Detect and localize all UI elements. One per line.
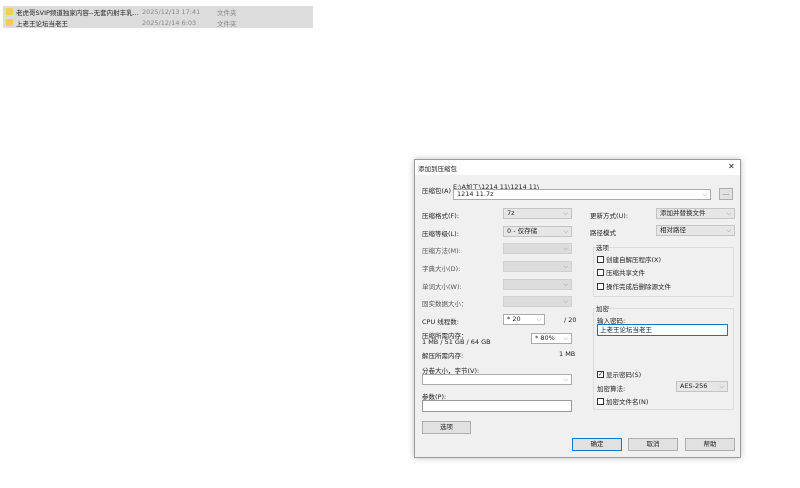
show-password-checkbox[interactable]: ✓ 显示密码(S): [597, 369, 641, 379]
close-icon[interactable]: ✕: [728, 162, 735, 171]
delete-checkbox[interactable]: 操作完成后删除源文件: [597, 281, 671, 291]
chevron-down-icon: ⌵: [536, 316, 541, 323]
chevron-down-icon: ⌵: [563, 376, 568, 383]
delete-label: 操作完成后删除源文件: [606, 283, 671, 291]
checkbox-icon: [597, 397, 604, 405]
chevron-down-icon: ⌵: [563, 298, 568, 305]
dmem-label: 解压所需内存:: [422, 352, 464, 360]
chevron-down-icon: ⌵: [563, 210, 568, 217]
checkmark-icon: ✓: [597, 370, 604, 378]
help-button[interactable]: 帮助: [685, 438, 735, 451]
format-value: 7z: [507, 209, 515, 217]
update-label: 更新方式(U):: [590, 212, 629, 220]
cpu-combo[interactable]: * 20 ⌵: [503, 314, 545, 325]
encrypt-names-checkbox[interactable]: 加密文件名(N): [597, 396, 648, 406]
path-value: 相对路径: [660, 226, 686, 234]
add-to-archive-dialog: 添加到压缩包 ✕ 压缩包(A) E:\A加工\1214 11\1214 11\ …: [414, 159, 741, 458]
archive-label: 压缩包(A): [422, 187, 452, 195]
show-password-label: 显示密码(S): [606, 371, 642, 379]
path-combo[interactable]: 相对路径 ⌵: [656, 225, 735, 236]
encryption-group-title: 加密: [596, 303, 609, 313]
file-date: 2025/12/14 6:03: [142, 18, 197, 27]
level-value: 0 - 仅存储: [507, 227, 538, 235]
solid-label: 固实数据大小：: [422, 300, 468, 308]
mem-detail: 1 MB / 51 GB / 64 GB: [422, 338, 491, 346]
archive-name-combo[interactable]: 1214 11.7z ⌵: [453, 189, 711, 200]
format-combo[interactable]: 7z ⌵: [503, 208, 572, 219]
dialog-title: 添加到压缩包: [418, 165, 457, 173]
mem-pct: * 80%: [535, 334, 555, 342]
cancel-button[interactable]: 取消: [628, 438, 678, 451]
dmem-value: 1 MB: [559, 350, 576, 358]
volume-combo[interactable]: ⌵: [422, 374, 572, 385]
method-label: 压缩方法(M):: [422, 247, 461, 255]
chevron-down-icon: ⌵: [563, 281, 568, 288]
dict-label: 字典大小(D):: [422, 265, 461, 273]
chevron-down-icon: ⌵: [702, 191, 707, 198]
cpu-max: / 20: [564, 316, 577, 324]
update-value: 添加并替换文件: [660, 209, 706, 217]
browse-button[interactable]: ...: [719, 188, 733, 200]
level-combo[interactable]: 0 - 仅存储 ⌵: [503, 226, 572, 237]
folder-icon: [6, 19, 13, 26]
cpu-label: CPU 线程数:: [422, 318, 459, 326]
word-label: 单词大小(W):: [422, 283, 462, 291]
mem-combo[interactable]: * 80% ⌵: [531, 333, 572, 344]
algorithm-value: AES-256: [680, 382, 708, 390]
checkbox-icon: [597, 255, 604, 263]
dict-combo[interactable]: ⌵: [503, 261, 572, 272]
file-type: 文件夹: [217, 8, 237, 17]
file-row[interactable]: 老虎哥SVIP频道独家内容--无套内射丰乳... 2025/12/13 17:4…: [3, 6, 313, 17]
shared-label: 压缩共享文件: [606, 269, 645, 277]
file-type: 文件夹: [217, 19, 237, 28]
chevron-down-icon: ⌵: [563, 263, 568, 270]
file-name: 上老王论坛当老王: [16, 19, 68, 28]
password-input[interactable]: 上老王论坛当老王: [597, 324, 728, 336]
algorithm-label: 加密算法:: [597, 385, 626, 393]
chevron-down-icon: ⌵: [563, 335, 568, 342]
update-combo[interactable]: 添加并替换文件 ⌵: [656, 208, 735, 219]
chevron-down-icon: ⌵: [726, 227, 731, 234]
file-name: 老虎哥SVIP频道独家内容--无套内射丰乳...: [16, 8, 139, 17]
archive-name: 1214 11.7z: [457, 190, 494, 198]
options-button[interactable]: 选项: [422, 421, 471, 434]
file-date: 2025/12/13 17:41: [142, 7, 201, 16]
chevron-down-icon: ⌵: [563, 245, 568, 252]
checkbox-icon: [597, 282, 604, 290]
solid-combo[interactable]: ⌵: [503, 296, 572, 307]
method-combo[interactable]: ⌵: [503, 243, 572, 254]
sfx-label: 创建自解压程序(X): [606, 256, 662, 264]
options-group-title: 选项: [596, 242, 609, 252]
sfx-checkbox[interactable]: 创建自解压程序(X): [597, 254, 661, 264]
file-row[interactable]: 上老王论坛当老王 2025/12/14 6:03 文件夹: [3, 17, 313, 28]
shared-checkbox[interactable]: 压缩共享文件: [597, 267, 645, 277]
checkbox-icon: [597, 268, 604, 276]
params-input[interactable]: [422, 400, 572, 412]
level-label: 压缩等级(L):: [422, 230, 459, 238]
word-combo[interactable]: ⌵: [503, 279, 572, 290]
cpu-value: * 20: [507, 315, 521, 323]
path-label: 路径模式: [590, 229, 616, 237]
chevron-down-icon: ⌵: [563, 228, 568, 235]
folder-icon: [6, 8, 13, 15]
algorithm-combo[interactable]: AES-256 ⌵: [676, 381, 728, 392]
format-label: 压缩格式(F):: [422, 212, 460, 220]
chevron-down-icon: ⌵: [719, 383, 724, 390]
title-bar: 添加到压缩包 ✕: [415, 160, 740, 175]
encrypt-names-label: 加密文件名(N): [606, 398, 649, 406]
chevron-down-icon: ⌵: [726, 210, 731, 217]
ok-button[interactable]: 确定: [572, 438, 622, 451]
